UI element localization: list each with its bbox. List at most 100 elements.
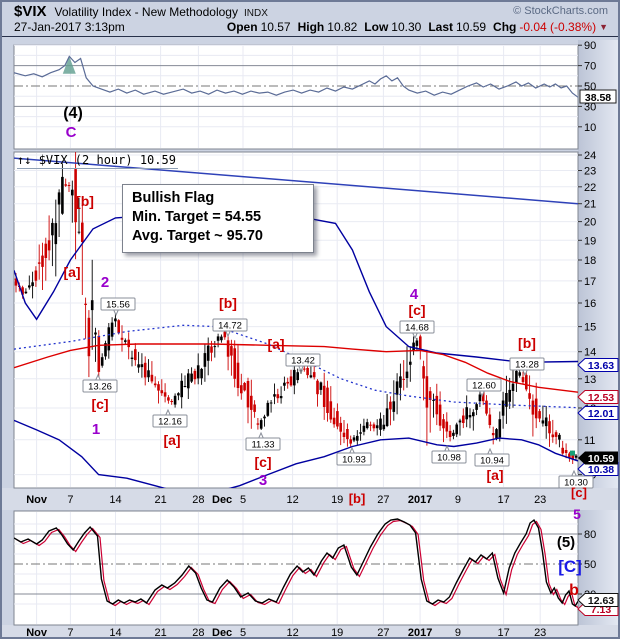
svg-text:Dec: Dec <box>212 627 232 639</box>
svg-text:9: 9 <box>455 627 461 639</box>
svg-text:2: 2 <box>101 274 109 291</box>
svg-text:12.60: 12.60 <box>472 381 496 392</box>
svg-text:14: 14 <box>584 347 596 359</box>
symbol: $VIX <box>14 3 47 20</box>
svg-text:14: 14 <box>109 494 121 506</box>
open-label: Open <box>227 20 258 34</box>
svg-text:5: 5 <box>573 506 581 522</box>
header-separator <box>2 36 618 37</box>
svg-text:5: 5 <box>240 627 246 639</box>
svg-text:3: 3 <box>259 472 267 489</box>
date-axis-strip <box>2 488 618 510</box>
chg-label: Chg <box>493 20 516 34</box>
svg-text:21: 21 <box>584 199 596 211</box>
svg-text:70: 70 <box>584 61 596 73</box>
svg-text:28: 28 <box>192 627 204 639</box>
svg-text:13: 13 <box>584 374 596 386</box>
svg-text:(5): (5) <box>557 534 575 551</box>
svg-text:10: 10 <box>584 122 596 134</box>
low-label: Low <box>364 20 388 34</box>
annotation-line-1: Bullish Flag <box>132 189 304 208</box>
svg-text:10.93: 10.93 <box>342 455 366 466</box>
svg-text:11: 11 <box>584 435 595 447</box>
symbol-name: Volatility Index - New Methodology <box>55 5 238 19</box>
date-axis-strip-2 <box>2 625 618 637</box>
svg-text:1: 1 <box>92 421 100 438</box>
svg-text:10.98: 10.98 <box>437 453 461 464</box>
last-value: 10.59 <box>456 20 486 34</box>
svg-text:[a]: [a] <box>63 264 80 280</box>
svg-text:20: 20 <box>584 217 596 229</box>
svg-text:15: 15 <box>584 322 596 334</box>
quote-row: 27-Jan-2017 3:13pm Open10.57High10.82Low… <box>14 20 614 34</box>
svg-text:Dec: Dec <box>212 494 232 506</box>
svg-text:13.26: 13.26 <box>88 382 112 393</box>
svg-text:[a]: [a] <box>486 467 503 483</box>
svg-text:17: 17 <box>584 276 596 288</box>
svg-text:13.63: 13.63 <box>588 360 614 372</box>
annotation-line-3: Avg. Target ~ 95.70 <box>132 227 304 246</box>
svg-text:28: 28 <box>192 494 204 506</box>
svg-text:11.33: 11.33 <box>251 440 274 451</box>
svg-text:19: 19 <box>584 235 596 247</box>
svg-text:22: 22 <box>584 182 596 194</box>
svg-text:12.01: 12.01 <box>588 408 614 420</box>
svg-text:14.68: 14.68 <box>405 323 429 334</box>
svg-text:18: 18 <box>584 255 596 267</box>
svg-text:23: 23 <box>534 627 546 639</box>
svg-text:7: 7 <box>67 494 73 506</box>
svg-text:C: C <box>66 124 77 141</box>
svg-text:12.16: 12.16 <box>158 417 182 428</box>
svg-text:14.72: 14.72 <box>218 321 242 332</box>
svg-text:27: 27 <box>377 627 389 639</box>
svg-text:[c]: [c] <box>91 396 108 412</box>
svg-text:2017: 2017 <box>408 627 432 639</box>
svg-text:90: 90 <box>584 40 596 52</box>
arrows-icon: ↑↓ <box>17 153 31 167</box>
svg-text:27: 27 <box>377 494 389 506</box>
svg-text:19: 19 <box>331 627 343 639</box>
svg-text:23: 23 <box>584 166 596 178</box>
svg-text:12: 12 <box>286 627 298 639</box>
svg-text:[b]: [b] <box>76 193 94 209</box>
svg-text:Nov: Nov <box>26 627 48 639</box>
svg-text:15.56: 15.56 <box>106 300 130 311</box>
svg-text:[c]: [c] <box>254 454 271 470</box>
svg-text:21: 21 <box>154 627 166 639</box>
main-chart-label: ↑↓ $VIX (2 hour) 10.59 <box>17 153 178 169</box>
svg-text:12.53: 12.53 <box>588 392 614 404</box>
svg-text:[C]: [C] <box>558 557 582 576</box>
low-value: 10.30 <box>391 20 421 34</box>
svg-text:19: 19 <box>331 494 343 506</box>
svg-text:13.42: 13.42 <box>291 356 315 367</box>
chart-canvas: 9070503010242322212019181716151413121110… <box>0 0 620 639</box>
svg-text:[b]: [b] <box>518 335 536 351</box>
chart-header: $VIXVolatility Index - New MethodologyIN… <box>0 0 620 36</box>
svg-text:4: 4 <box>410 286 419 303</box>
svg-text:10.59: 10.59 <box>588 453 614 465</box>
svg-text:24: 24 <box>584 150 596 162</box>
svg-text:50: 50 <box>584 559 596 571</box>
annotation-line-2: Min. Target = 54.55 <box>132 208 304 227</box>
svg-text:b: b <box>569 582 579 599</box>
svg-text:23: 23 <box>534 494 546 506</box>
svg-text:[a]: [a] <box>163 432 180 448</box>
svg-text:10.94: 10.94 <box>480 456 504 467</box>
svg-text:Nov: Nov <box>26 494 48 506</box>
svg-text:80: 80 <box>584 529 596 541</box>
copyright: © StockCharts.com <box>513 5 608 17</box>
svg-text:17: 17 <box>497 494 509 506</box>
svg-text:[b]: [b] <box>219 295 237 311</box>
last-label: Last <box>428 20 453 34</box>
svg-text:[b]: [b] <box>349 491 366 506</box>
last-price-marker <box>570 451 575 456</box>
chg-value: -0.04 (-0.38%) <box>519 20 596 34</box>
svg-text:[a]: [a] <box>267 336 284 352</box>
stockcharts-chart: $VIXVolatility Index - New MethodologyIN… <box>0 0 620 639</box>
datetime: 27-Jan-2017 3:13pm <box>14 20 125 34</box>
svg-text:9: 9 <box>455 494 461 506</box>
svg-text:17: 17 <box>497 627 509 639</box>
svg-text:12.63: 12.63 <box>588 595 614 607</box>
svg-text:[c]: [c] <box>408 302 425 318</box>
svg-text:10.38: 10.38 <box>588 464 614 476</box>
